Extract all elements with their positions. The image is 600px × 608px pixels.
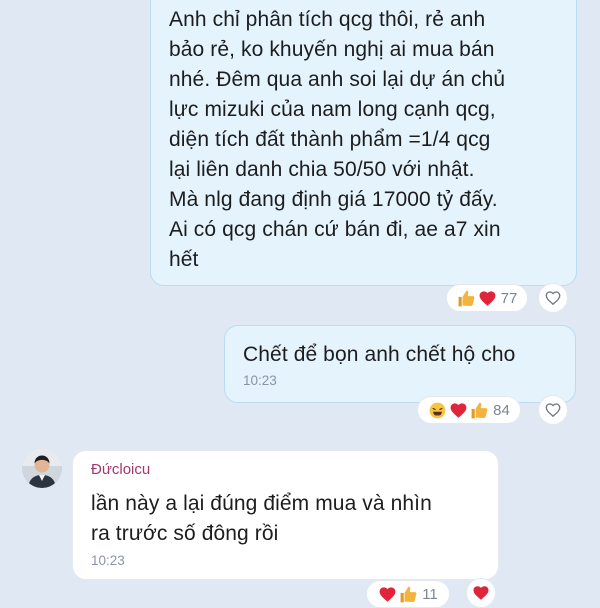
sender-name[interactable]: Đứcloicu	[91, 461, 484, 478]
avatar[interactable]	[22, 448, 62, 488]
heart-icon	[378, 585, 397, 604]
reaction-count: 77	[500, 289, 518, 307]
heart-outline-icon	[544, 401, 562, 419]
thumbs-up-icon	[470, 401, 489, 420]
message-text: lần này a lại đúng điểm mua và nhìn ra t…	[91, 492, 432, 545]
message-timestamp: 10:23	[243, 373, 277, 388]
like-button[interactable]	[538, 395, 568, 425]
like-button[interactable]	[466, 578, 496, 608]
reaction-bar[interactable]: 84	[417, 396, 521, 424]
reaction-bar[interactable]: 11	[366, 580, 450, 608]
message-bubble-own[interactable]: Chết để bọn anh chết hộ cho 10:23	[224, 325, 576, 403]
heart-outline-icon	[544, 289, 562, 307]
message-text: Chết để bọn anh chết hộ cho	[243, 343, 516, 366]
like-button[interactable]	[538, 283, 568, 313]
laughing-face-icon	[428, 401, 447, 420]
thumbs-up-icon	[457, 289, 476, 308]
heart-icon	[472, 584, 490, 602]
message-text: Anh chỉ phân tích qcg thôi, rẻ anh bảo r…	[169, 8, 506, 271]
reaction-bar[interactable]: 77	[446, 284, 528, 312]
heart-icon	[449, 401, 468, 420]
reaction-count: 84	[493, 401, 510, 419]
message-bubble-other[interactable]: Đứcloicu lần này a lại đúng điểm mua và …	[72, 450, 499, 580]
message-timestamp: 10:23	[91, 553, 125, 568]
message-bubble-own[interactable]: Anh chỉ phân tích qcg thôi, rẻ anh bảo r…	[150, 0, 577, 286]
heart-icon	[478, 289, 497, 308]
thumbs-up-icon	[399, 585, 418, 604]
